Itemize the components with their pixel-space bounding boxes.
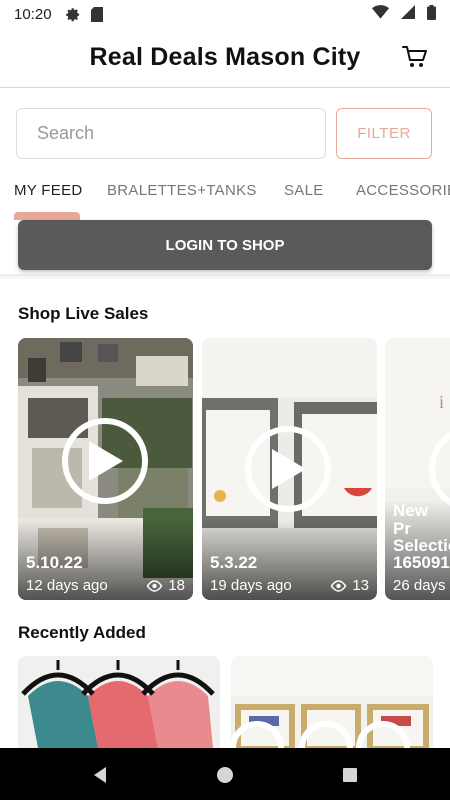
sale-title-line: New Pr: [393, 501, 428, 538]
tab-accessories[interactable]: ACCESSORIES: [356, 182, 450, 199]
home-icon[interactable]: [214, 764, 236, 786]
tab-bralettes-tanks[interactable]: BRALETTES+TANKS: [107, 182, 257, 199]
sale-date: 5.3.22: [210, 553, 258, 572]
system-nav-bar: [0, 748, 450, 800]
live-sale-card[interactable]: 5.3.22 19 days ago 13: [202, 338, 377, 600]
gear-icon: [65, 7, 81, 22]
view-count-value: 18: [168, 577, 185, 594]
svg-text:i: i: [439, 392, 444, 412]
recents-icon[interactable]: [339, 764, 361, 786]
divider: [0, 274, 450, 280]
sale-age: 19 days ago: [210, 577, 292, 594]
view-count: 13: [330, 577, 369, 594]
filter-button[interactable]: FILTER: [336, 108, 432, 159]
tab-sale[interactable]: SALE: [284, 182, 324, 199]
view-count-value: 13: [352, 577, 369, 594]
search-input[interactable]: [16, 108, 326, 159]
cart-icon[interactable]: [400, 42, 430, 72]
play-icon[interactable]: [245, 426, 331, 512]
signal-icon: [401, 5, 415, 23]
eye-icon: [146, 579, 163, 592]
live-sale-card[interactable]: 5.10.22 12 days ago 18: [18, 338, 193, 600]
play-icon[interactable]: [62, 418, 148, 504]
store-title: Real Deals Mason City: [89, 43, 361, 71]
active-tab-indicator: [14, 212, 80, 220]
back-icon[interactable]: [89, 764, 111, 786]
live-sales-heading: Shop Live Sales: [18, 304, 149, 323]
login-to-shop-button[interactable]: LOGIN TO SHOP: [18, 220, 432, 270]
live-sale-card[interactable]: i New Pr Selectio 165091 26 days: [385, 338, 450, 600]
sd-card-icon: [90, 6, 103, 22]
product-card[interactable]: [231, 656, 433, 748]
status-time: 10:20: [14, 5, 52, 23]
product-image: [231, 656, 433, 748]
sale-title-line: 165091: [393, 553, 450, 572]
search-row: FILTER: [16, 108, 434, 160]
product-image: [18, 656, 220, 748]
recently-added-heading: Recently Added: [18, 623, 146, 642]
app-header: Real Deals Mason City: [0, 28, 450, 88]
product-card[interactable]: [18, 656, 220, 748]
sale-date: 5.10.22: [26, 553, 83, 572]
sale-age: 12 days ago: [26, 577, 108, 594]
view-count: 18: [146, 577, 185, 594]
status-bar: 10:20: [0, 0, 450, 28]
sale-age: 26 days: [393, 577, 446, 594]
category-tabs: MY FEED BRALETTES+TANKS SALE ACCESSORIES: [0, 176, 450, 220]
battery-icon: [427, 4, 436, 24]
wifi-icon: [372, 5, 389, 23]
tab-my-feed[interactable]: MY FEED: [14, 182, 83, 199]
eye-icon: [330, 579, 347, 592]
